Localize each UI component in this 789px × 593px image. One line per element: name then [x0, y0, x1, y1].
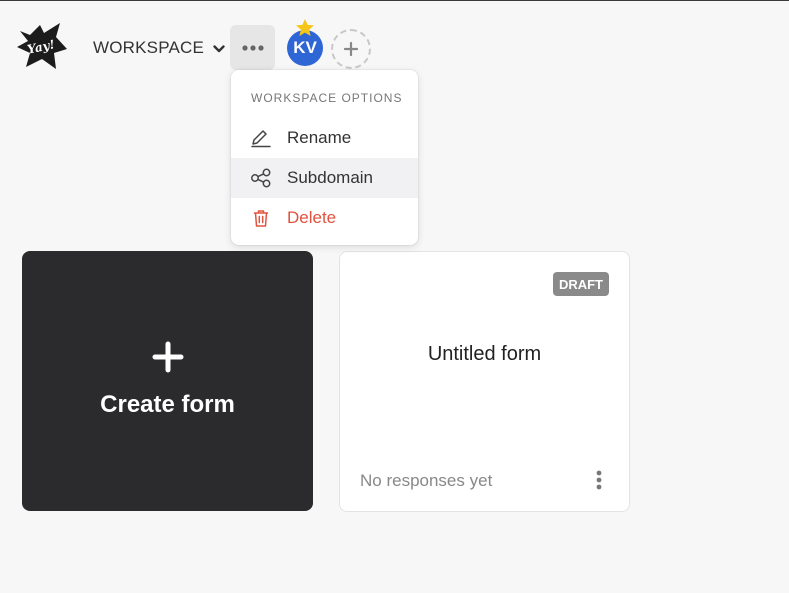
menu-item-rename[interactable]: Rename	[231, 118, 418, 158]
form-options-button[interactable]	[589, 467, 609, 493]
star-icon	[296, 19, 314, 36]
badge-label: DRAFT	[558, 276, 603, 292]
status-badge: DRAFT	[552, 272, 609, 296]
menu-heading: WORKSPACE OPTIONS	[251, 91, 403, 105]
share-nodes-icon	[250, 167, 272, 189]
more-vertical-icon	[596, 470, 602, 490]
create-form-label: Create form	[100, 391, 235, 418]
chevron-down-icon	[213, 44, 225, 52]
yay-logo[interactable]: Yay!	[16, 21, 68, 71]
workspace-label: WORKSPACE	[93, 38, 205, 57]
more-horizontal-icon	[241, 44, 264, 51]
create-form-card[interactable]: Create form	[22, 251, 313, 511]
form-responses-status: No responses yet	[360, 471, 493, 490]
form-title: Untitled form	[427, 343, 542, 365]
menu-item-label: Subdomain	[287, 168, 374, 187]
pencil-icon	[250, 127, 272, 149]
add-member-button[interactable]	[331, 29, 371, 69]
workspace-options-menu: WORKSPACE OPTIONS Rename Subdomain Delet…	[231, 70, 418, 245]
menu-item-delete[interactable]: Delete	[231, 198, 418, 238]
plus-icon	[152, 341, 184, 373]
menu-item-label: Rename	[287, 128, 352, 147]
menu-item-subdomain[interactable]: Subdomain	[231, 158, 418, 198]
workspace-selector[interactable]: WORKSPACE	[93, 35, 226, 61]
avatar-initials: KV	[293, 38, 317, 57]
plus-icon	[343, 41, 359, 57]
form-card[interactable]: DRAFT Untitled form No responses yet	[339, 251, 630, 512]
trash-icon	[250, 207, 272, 229]
menu-item-label: Delete	[287, 208, 337, 227]
workspace-options-button[interactable]	[230, 25, 275, 70]
